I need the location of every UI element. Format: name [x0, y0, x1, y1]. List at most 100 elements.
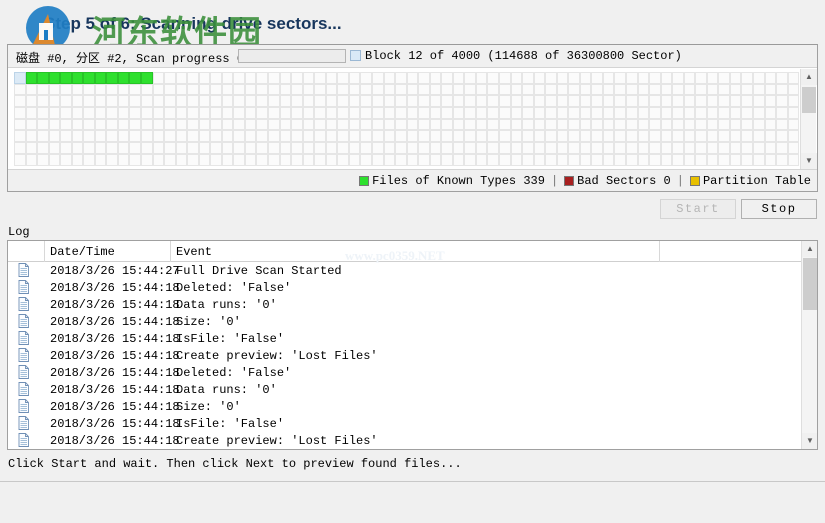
sector-cell-empty — [614, 83, 626, 96]
log-row[interactable]: 2018/3/26 15:44:18 Size: '0' — [8, 313, 802, 330]
sector-cell-empty — [37, 142, 49, 154]
sector-cell-empty — [649, 153, 661, 166]
sector-cell-empty — [729, 142, 742, 154]
sector-cell-empty — [614, 153, 626, 166]
sector-cell-empty — [314, 118, 326, 131]
sector-cell-empty — [325, 153, 338, 166]
column-divider[interactable] — [659, 241, 660, 262]
log-row-datetime: 2018/3/26 15:44:27 — [50, 263, 180, 278]
sector-cell-empty — [117, 130, 130, 143]
scrollbar-thumb[interactable] — [802, 87, 816, 113]
scrollbar-thumb[interactable] — [803, 258, 817, 310]
document-icon — [18, 365, 29, 379]
log-row[interactable]: 2018/3/26 15:44:18 IsFile: 'False' — [8, 330, 802, 347]
sector-cell-empty — [83, 107, 95, 119]
sector-cell-empty — [302, 83, 315, 96]
document-icon — [18, 416, 29, 430]
sector-cell-empty — [25, 153, 38, 166]
sector-cell-empty — [94, 95, 107, 108]
sector-map[interactable] — [9, 69, 816, 169]
legend-item-partition-table: Partition Table — [689, 174, 811, 188]
sector-cell-empty — [25, 130, 38, 143]
log-row[interactable]: 2018/3/26 15:44:18 Data runs: '0' — [8, 381, 802, 398]
log-row[interactable]: 2018/3/26 15:44:18 Deleted: 'False' — [8, 364, 802, 381]
sector-cell-empty — [25, 95, 38, 108]
sector-cell-empty — [360, 107, 372, 119]
sector-cell-empty — [683, 83, 696, 96]
sector-cell-empty — [429, 153, 442, 166]
log-scrollbar[interactable]: ▲ ▼ — [801, 241, 817, 449]
sector-cell-empty — [579, 83, 592, 96]
sector-cell-scanned — [48, 72, 61, 84]
sector-cell-empty — [14, 83, 26, 96]
sector-cell-empty — [256, 83, 269, 96]
sector-cell-empty — [37, 107, 49, 119]
sector-cell-empty — [106, 95, 118, 108]
sector-cell-empty — [695, 130, 707, 143]
sector-cell-empty — [371, 95, 384, 108]
start-button[interactable]: Start — [660, 199, 736, 219]
sector-cell-empty — [221, 153, 234, 166]
sector-cell-empty — [383, 130, 396, 143]
sector-cell-empty — [129, 130, 142, 143]
sector-cell-empty — [452, 142, 465, 154]
sector-cell-empty — [660, 142, 673, 154]
stop-button[interactable]: Stop — [741, 199, 817, 219]
sector-cell-empty — [94, 118, 107, 131]
sector-cell-empty — [452, 95, 465, 108]
scroll-down-icon[interactable]: ▼ — [802, 433, 817, 449]
document-icon — [18, 280, 29, 294]
log-row[interactable]: 2018/3/26 15:44:18 Deleted: 'False' — [8, 279, 802, 296]
scroll-up-icon[interactable]: ▲ — [801, 69, 817, 85]
log-row[interactable]: 2018/3/26 15:44:27 Full Drive Scan Starte… — [8, 262, 802, 279]
sector-cell-empty — [475, 153, 488, 166]
sector-cell-empty — [418, 95, 430, 108]
sector-cell-empty — [649, 72, 661, 84]
files-known-types-label: Files of Known Types 339 — [372, 174, 545, 188]
sector-cell-empty — [291, 118, 303, 131]
log-row[interactable]: 2018/3/26 15:44:18 Data runs: '0' — [8, 296, 802, 313]
sector-cell-empty — [325, 72, 338, 84]
sector-cell-empty — [498, 142, 511, 154]
sector-cell-empty — [556, 153, 569, 166]
sector-cell-empty — [164, 142, 176, 154]
scroll-up-icon[interactable]: ▲ — [802, 241, 817, 257]
sector-cell-empty — [660, 118, 673, 131]
sector-cell-empty — [579, 72, 592, 84]
log-rows[interactable]: 2018/3/26 15:44:27 Full Drive Scan Starte… — [8, 262, 802, 449]
log-row[interactable]: 2018/3/26 15:44:18 Create preview: 'Lost … — [8, 432, 802, 449]
sector-cell-empty — [695, 142, 707, 154]
sector-cell-empty — [60, 83, 72, 96]
sector-grid-scrollbar[interactable]: ▲ ▼ — [800, 69, 817, 169]
sector-cell-empty — [672, 107, 684, 119]
sector-cell-empty — [210, 107, 222, 119]
log-row[interactable]: 2018/3/26 15:44:18 Size: '0' — [8, 398, 802, 415]
sector-cell-empty — [325, 142, 338, 154]
sector-cell-empty — [383, 107, 396, 119]
sector-cell-empty — [129, 107, 142, 119]
column-divider[interactable] — [170, 241, 171, 262]
log-row[interactable]: 2018/3/26 15:44:18 Create preview: 'Lost … — [8, 347, 802, 364]
sector-cell-empty — [187, 142, 199, 154]
sector-cell-empty — [637, 118, 650, 131]
sector-cell-empty — [371, 142, 384, 154]
sector-cell-empty — [718, 72, 730, 84]
sector-cell-empty — [406, 107, 419, 119]
log-column-event[interactable]: Event — [176, 245, 212, 259]
sector-cell-empty — [672, 130, 684, 143]
sector-cell-empty — [83, 142, 95, 154]
column-divider[interactable] — [44, 241, 45, 262]
sector-cell-empty — [614, 130, 626, 143]
sector-cell-empty — [625, 83, 638, 96]
sector-cell-empty — [614, 118, 626, 131]
scroll-down-icon[interactable]: ▼ — [801, 153, 817, 169]
sector-cell-empty — [244, 130, 257, 143]
sector-cell-empty — [268, 153, 280, 166]
sector-grid[interactable] — [14, 72, 800, 166]
log-column-datetime[interactable]: Date/Time — [50, 245, 115, 259]
sector-cell-empty — [164, 153, 176, 166]
sector-cell-empty — [475, 118, 488, 131]
sector-cell-empty — [441, 118, 453, 131]
sector-cell-empty — [637, 83, 650, 96]
log-row[interactable]: 2018/3/26 15:44:18 IsFile: 'False' — [8, 415, 802, 432]
